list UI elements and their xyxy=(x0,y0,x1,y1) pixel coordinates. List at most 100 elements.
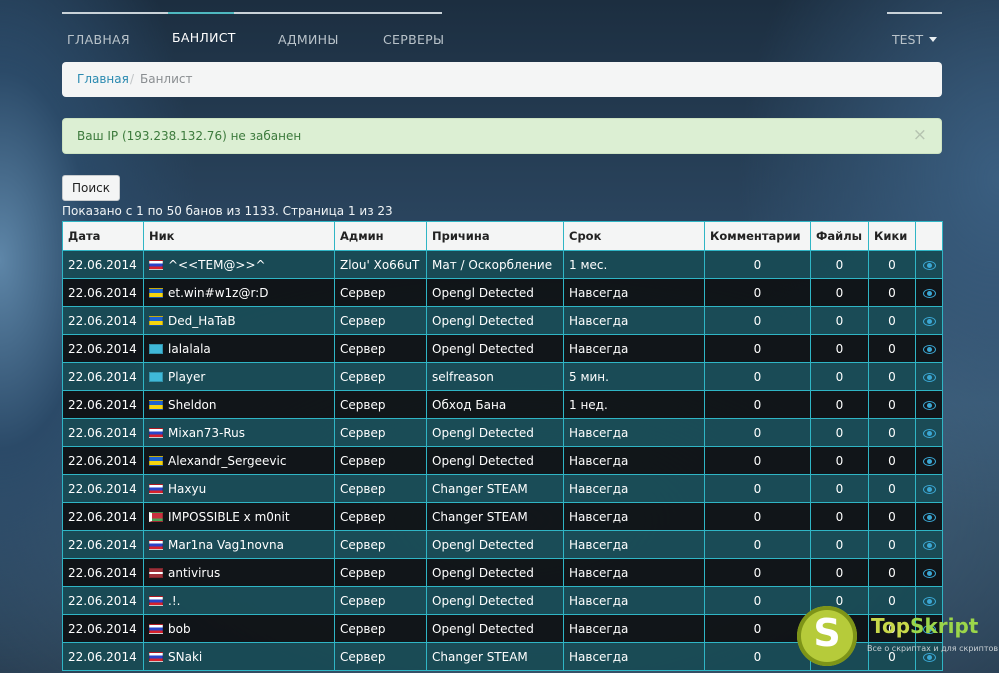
user-menu-label[interactable]: TEST xyxy=(892,32,923,47)
cell-files-text: 0 xyxy=(835,481,844,496)
table-row[interactable]: 22.06.2014 Haxyu Сервер Changer STEAM Навсег… xyxy=(62,474,943,503)
nav-item-servers[interactable]: СЕРВЕРЫ xyxy=(383,32,444,47)
cell-reason: Changer STEAM xyxy=(426,642,564,671)
cell-comments: 0 xyxy=(704,418,811,447)
cell-reason-text: Changer STEAM xyxy=(432,649,528,664)
cell-files-text: 0 xyxy=(835,257,844,272)
header-admin[interactable]: Админ xyxy=(334,221,427,251)
table-row[interactable]: 22.06.2014 Ded_HaTaB Сервер Opengl Detected… xyxy=(62,306,943,335)
search-button[interactable]: Поиск xyxy=(62,175,120,201)
cell-kicks-text: 0 xyxy=(888,257,896,272)
cell-details[interactable] xyxy=(915,334,943,363)
header-reason[interactable]: Причина xyxy=(426,221,564,251)
cell-files: 0 xyxy=(810,390,869,419)
header-kicks[interactable]: Кики xyxy=(868,221,916,251)
cell-details[interactable] xyxy=(915,278,943,307)
table-row[interactable]: 22.06.2014 lalalala Сервер Opengl Detected Н… xyxy=(62,334,943,363)
caret-down-icon[interactable] xyxy=(929,37,937,42)
table-row[interactable]: 22.06.2014 Player Сервер selfreason 5 мин. 0 0… xyxy=(62,362,943,391)
cell-files-text: 0 xyxy=(835,341,844,356)
cell-details[interactable] xyxy=(915,362,943,391)
user-menu[interactable]: TEST xyxy=(887,12,942,62)
cell-term-text: Навсегда xyxy=(569,341,629,356)
cell-nick: Player xyxy=(143,362,335,391)
cell-files: 0 xyxy=(810,418,869,447)
cell-admin: Сервер xyxy=(334,390,427,419)
cell-details[interactable] xyxy=(915,502,943,531)
cell-details[interactable] xyxy=(915,306,943,335)
nav-item-admins[interactable]: АДМИНЫ xyxy=(278,32,339,47)
header-files[interactable]: Файлы xyxy=(810,221,869,251)
cell-term-text: Навсегда xyxy=(569,565,629,580)
table-row[interactable]: 22.06.2014 IMPOSSIBLE x m0nit Сервер Change… xyxy=(62,502,943,531)
cell-nick: Mar1na Vag1novna xyxy=(143,530,335,559)
table-row[interactable]: 22.06.2014 Alexandr_Sergeevic Сервер Opengl… xyxy=(62,446,943,475)
eye-icon[interactable] xyxy=(922,484,936,494)
cell-nick-text: Ded_HaTaB xyxy=(168,313,236,328)
table-row[interactable]: 22.06.2014 Mar1na Vag1novna Сервер Opengl D… xyxy=(62,530,943,559)
cell-nick-text: lalalala xyxy=(168,341,211,356)
eye-icon[interactable] xyxy=(922,512,936,522)
cell-details[interactable] xyxy=(915,418,943,447)
header-term[interactable]: Срок xyxy=(563,221,705,251)
eye-icon[interactable] xyxy=(922,316,936,326)
table-row[interactable]: 22.06.2014 antivirus Сервер Opengl Detected… xyxy=(62,558,943,587)
cell-term: Навсегда xyxy=(563,446,705,475)
breadcrumb-home-link[interactable]: Главная xyxy=(77,72,129,86)
flag-lv-icon xyxy=(149,567,163,578)
eye-icon[interactable] xyxy=(922,456,936,466)
eye-icon[interactable] xyxy=(922,400,936,410)
cell-date: 22.06.2014 xyxy=(62,250,144,279)
eye-icon[interactable] xyxy=(922,344,936,354)
nav-item-home[interactable]: ГЛАВНАЯ xyxy=(67,32,130,47)
cell-kicks-text: 0 xyxy=(888,537,896,552)
eye-icon[interactable] xyxy=(922,568,936,578)
cell-kicks: 0 xyxy=(868,418,916,447)
cell-date-text: 22.06.2014 xyxy=(68,565,137,580)
cell-date-text: 22.06.2014 xyxy=(68,313,137,328)
flag-ua-icon xyxy=(149,399,163,410)
cell-comments: 0 xyxy=(704,474,811,503)
eye-icon[interactable] xyxy=(922,540,936,550)
table-row[interactable]: 22.06.2014 Mixan73-Rus Сервер Opengl Detect… xyxy=(62,418,943,447)
table-row[interactable]: 22.06.2014 ^<<TEM@>>^ Zlou' Xo66uT Мат / Ос… xyxy=(62,250,943,279)
cell-reason: Opengl Detected xyxy=(426,614,564,643)
cell-term-text: Навсегда xyxy=(569,313,629,328)
cell-admin-text: Сервер xyxy=(340,285,386,300)
cell-details[interactable] xyxy=(915,446,943,475)
cell-nick-text: Mixan73-Rus xyxy=(168,425,246,440)
cell-admin-text: Сервер xyxy=(340,453,386,468)
nav-item-banlist[interactable]: БАНЛИСТ xyxy=(172,30,236,45)
flag-ru-icon xyxy=(149,623,163,634)
cell-details[interactable] xyxy=(915,530,943,559)
cell-details[interactable] xyxy=(915,390,943,419)
header-nick[interactable]: Ник xyxy=(143,221,335,251)
cell-nick-text: Mar1na Vag1novna xyxy=(168,537,284,552)
close-icon[interactable]: × xyxy=(913,125,927,145)
table-row[interactable]: 22.06.2014 et.win#w1z@r:D Сервер Opengl Det… xyxy=(62,278,943,307)
cell-date: 22.06.2014 xyxy=(62,390,144,419)
cell-admin: Сервер xyxy=(334,446,427,475)
eye-icon[interactable] xyxy=(922,288,936,298)
cell-comments-text: 0 xyxy=(753,341,762,356)
eye-icon[interactable] xyxy=(922,372,936,382)
flag-kz-icon xyxy=(149,371,163,382)
eye-icon[interactable] xyxy=(922,596,936,606)
cell-details[interactable] xyxy=(915,558,943,587)
header-comments[interactable]: Комментарии xyxy=(704,221,811,251)
cell-nick: lalalala xyxy=(143,334,335,363)
cell-details[interactable] xyxy=(915,474,943,503)
cell-admin: Сервер xyxy=(334,278,427,307)
cell-details[interactable] xyxy=(915,250,943,279)
cell-nick: Ded_HaTaB xyxy=(143,306,335,335)
header-date[interactable]: Дата xyxy=(62,221,144,251)
cell-reason: Мат / Оскорбление xyxy=(426,250,564,279)
table-header-row: Дата Ник Админ Причина Срок Комментарии … xyxy=(62,221,943,251)
cell-comments-text: 0 xyxy=(753,285,762,300)
eye-icon[interactable] xyxy=(922,260,936,270)
eye-icon[interactable] xyxy=(922,428,936,438)
cell-admin: Сервер xyxy=(334,530,427,559)
topskript-watermark: S TopSkript Все о скриптах и для скрипто… xyxy=(797,606,999,666)
table-row[interactable]: 22.06.2014 Sheldon Сервер Обход Бана 1 нед. 0… xyxy=(62,390,943,419)
cell-term: Навсегда xyxy=(563,642,705,671)
